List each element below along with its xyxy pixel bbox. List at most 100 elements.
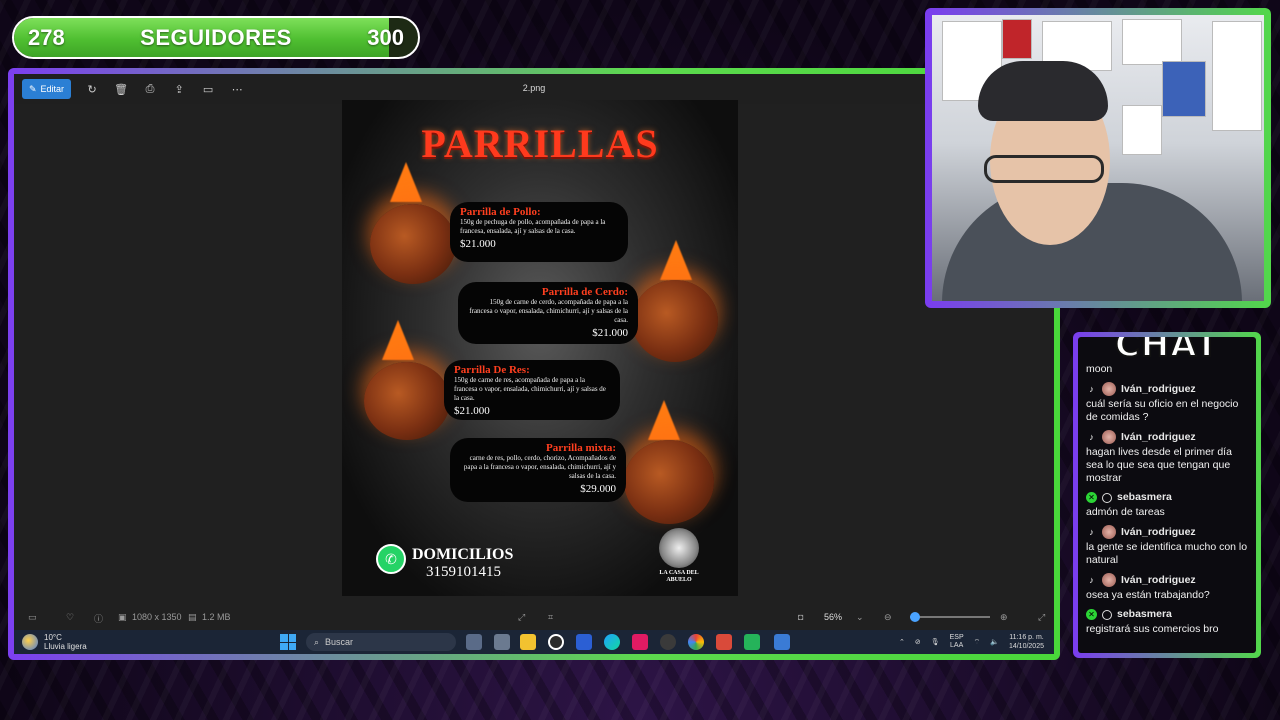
chat-message-text: cuál sería su oficio en el negocio de co…: [1086, 398, 1239, 423]
zoom-slider-thumb[interactable]: [910, 612, 920, 622]
taskbar-search[interactable]: ⌕ Buscar: [306, 633, 456, 651]
item-name: Parrilla mixta:: [546, 442, 616, 454]
windows-start-icon[interactable]: [280, 634, 296, 650]
windows-taskbar: 10°C Lluvia ligera ⌕ Buscar ⌃ ⊘ 🎙 ESP LA…: [14, 630, 1054, 654]
chat-message-text: hagan lives desde el primer día sea lo q…: [1086, 446, 1232, 484]
chat-message-header: ✕ sebasmera: [1086, 491, 1250, 504]
chat-message-list: moon ♪ Iván_rodriguez cuál sería su ofic…: [1086, 361, 1250, 636]
zoom-slider[interactable]: [910, 612, 990, 622]
edit-button[interactable]: ✎ Editar: [22, 79, 72, 99]
zoom-level[interactable]: 56%: [824, 612, 842, 622]
more-icon[interactable]: ⋯: [229, 81, 245, 97]
item-description: 150g de carne de cerdo, acompañada de pa…: [469, 298, 628, 324]
image-dimensions: 1080 x 1350: [132, 612, 182, 622]
disk-icon: ▤: [188, 612, 197, 622]
flame-decoration: [648, 400, 680, 440]
item-price: $21.000: [460, 238, 496, 250]
wifi-icon[interactable]: ⌔: [974, 638, 981, 647]
chevron-up-icon[interactable]: ⌃: [899, 638, 905, 646]
language-layout: LAA: [950, 642, 964, 649]
chrome-icon[interactable]: [688, 634, 704, 650]
clock[interactable]: 11:16 p. m. 14/10/2025: [1009, 633, 1044, 651]
chat-message-text: osea ya están trabajando?: [1086, 589, 1210, 601]
tiktok-live-icon[interactable]: [632, 634, 648, 650]
file-size: 1.2 MB: [202, 612, 231, 622]
streamer-glasses: [984, 155, 1104, 183]
delivery-phone: 3159101415: [426, 564, 501, 580]
language-code: ESP: [949, 634, 964, 641]
avatar: [1102, 525, 1116, 539]
chat-message-header: ♪ Iván_rodriguez: [1086, 382, 1250, 396]
whatsapp-taskbar-icon[interactable]: [744, 634, 760, 650]
item-name: Parrilla De Res:: [454, 364, 530, 376]
user-icon: [1102, 609, 1112, 620]
favorite-icon[interactable]: ♡: [66, 612, 74, 623]
flame-decoration: [660, 240, 692, 280]
obs-icon[interactable]: [548, 634, 564, 650]
wall-poster: [1122, 105, 1162, 155]
wall-poster: [1002, 19, 1032, 59]
grilled-chicken-image: [370, 204, 456, 284]
word-icon[interactable]: [576, 634, 592, 650]
chat-frame: CHAT moon ♪ Iván_rodriguez cuál sería su…: [1073, 332, 1261, 658]
chat-panel: CHAT moon ♪ Iván_rodriguez cuál sería su…: [1078, 337, 1256, 653]
avatar: [1102, 430, 1116, 444]
chat-message-text: moon: [1086, 363, 1113, 375]
flame-decoration: [382, 320, 414, 360]
menu-item-cerdo: Parrilla de Cerdo: 150g de carne de cerd…: [458, 282, 638, 344]
camera-off-icon[interactable]: ⊘: [915, 638, 921, 646]
user-icon: [1102, 492, 1112, 503]
share-icon[interactable]: ⇪: [171, 81, 187, 97]
chevron-down-icon[interactable]: ⌄: [856, 612, 864, 623]
microphone-icon[interactable]: 🎙: [931, 638, 940, 646]
chat-message-text: admón de tareas: [1086, 506, 1165, 518]
wall-poster: [1212, 21, 1262, 131]
app-t-icon[interactable]: [716, 634, 732, 650]
clock-date: 14/10/2025: [1008, 643, 1044, 650]
print-icon[interactable]: ⎙: [142, 81, 158, 97]
avatar: [1102, 573, 1116, 587]
rotate-icon[interactable]: ↻: [84, 81, 100, 97]
screen-icon[interactable]: ◘: [798, 612, 803, 622]
zoom-in-icon[interactable]: ⊕: [1000, 612, 1008, 623]
tiktok-icon: ♪: [1089, 383, 1094, 394]
widgets-icon[interactable]: [494, 634, 510, 650]
volume-icon[interactable]: 🔈: [990, 638, 999, 646]
photos-taskbar-icon[interactable]: [774, 634, 790, 650]
fit-icon[interactable]: ⤢: [518, 612, 525, 623]
task-view-icon[interactable]: [466, 634, 482, 650]
file-name: 2.png: [522, 83, 546, 93]
item-name: Parrilla de Cerdo:: [541, 286, 628, 298]
kick-icon: ✕: [1086, 609, 1097, 620]
restaurant-logo: LA CASA DEL ABUELO: [652, 528, 706, 584]
chat-username: sebasmera: [1117, 608, 1172, 620]
delivery-label: DOMICILIOS: [412, 546, 514, 563]
language-indicator[interactable]: ESP LAA: [950, 634, 964, 650]
menu-item-mixta: Parrilla mixta: carne de res, pollo, cer…: [450, 438, 626, 502]
expand-icon[interactable]: ⤢: [1038, 612, 1045, 623]
settings-icon[interactable]: [660, 634, 676, 650]
wall-poster: [1162, 61, 1206, 117]
photo-viewer-window: ✎ Editar ↻ 🗑 ⎙ ⇪ ▭ ⋯ 2.png PARRILLAS Par: [14, 74, 1054, 654]
zoom-out-icon[interactable]: ⊖: [884, 612, 892, 623]
crop-icon[interactable]: ⌗: [548, 612, 553, 623]
viewer-status-bar: ▭ ♡ ⓘ ▣ 1080 x 1350 ▤ 1.2 MB ⤢ ⌗ ◘ 56% ⌄…: [14, 604, 1054, 630]
chat-username: sebasmera: [1117, 491, 1172, 503]
delete-icon[interactable]: 🗑: [113, 81, 129, 97]
avatar: [1102, 382, 1116, 396]
filmstrip-icon[interactable]: ▭: [28, 612, 37, 623]
item-price: $21.000: [592, 327, 628, 339]
follower-goal-label: SEGUIDORES: [140, 25, 292, 50]
weather-widget[interactable]: 10°C Lluvia ligera: [22, 633, 87, 651]
weather-temp: 10°C: [44, 633, 62, 642]
follower-goal-target: 300: [367, 25, 404, 50]
item-price: $29.000: [580, 483, 616, 495]
chat-message-text: registrará sus comercios bro: [1086, 623, 1219, 635]
edge-icon[interactable]: [604, 634, 620, 650]
streamer-cap: [978, 61, 1108, 121]
slideshow-icon[interactable]: ▭: [200, 81, 216, 97]
menu-poster-image: PARRILLAS Parrilla de Pollo: 150g de pec…: [342, 100, 738, 596]
file-explorer-icon[interactable]: [520, 634, 536, 650]
grilled-beef-image: [364, 362, 450, 440]
info-icon[interactable]: ⓘ: [94, 612, 103, 625]
